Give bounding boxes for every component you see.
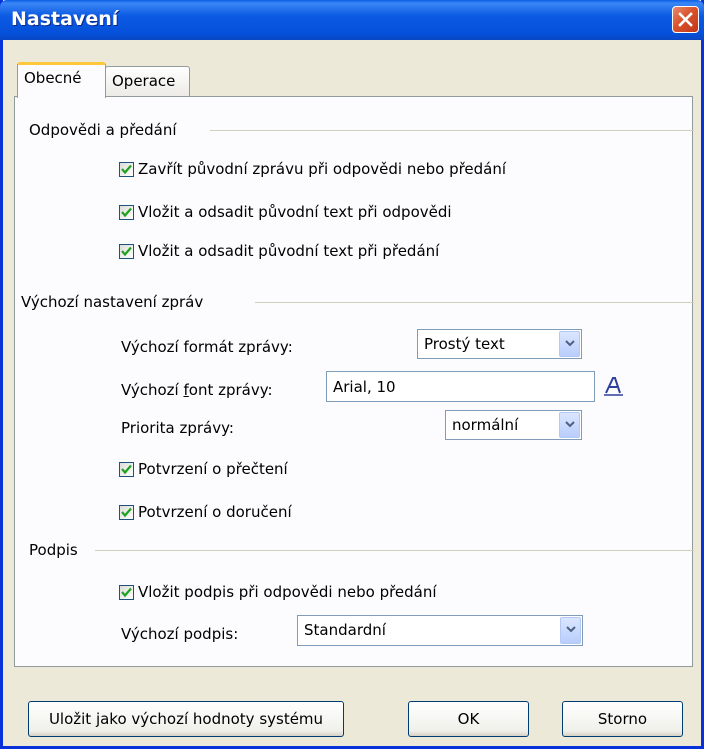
signature-label: Výchozí podpis:: [121, 625, 239, 643]
ok-button[interactable]: OK: [408, 701, 529, 737]
title-bar[interactable]: Nastavení: [0, 0, 704, 40]
checkbox-close-original[interactable]: Zavřít původní zprávu při odpovědi nebo …: [119, 160, 506, 178]
checkmark-icon: [121, 587, 132, 597]
checkbox-label: Vložit podpis při odpovědi nebo předání: [138, 583, 437, 601]
chevron-down-icon: [565, 340, 575, 347]
checkbox-label: Vložit a odsadit původní text při odpově…: [138, 203, 452, 221]
divider: [95, 550, 694, 551]
save-defaults-label: Uložit jako výchozí hodnoty systému: [48, 710, 324, 728]
section-heading-defaults: Výchozí nastavení zpráv: [21, 293, 210, 311]
checkbox-box[interactable]: [119, 461, 134, 477]
save-defaults-button[interactable]: Uložit jako výchozí hodnoty systému: [28, 701, 344, 737]
checkbox-indent-reply[interactable]: Vložit a odsadit původní text při odpově…: [119, 203, 452, 221]
checkbox-box[interactable]: [119, 584, 134, 600]
font-field[interactable]: Arial, 10: [326, 371, 595, 402]
checkbox-insert-signature[interactable]: Vložit podpis při odpovědi nebo předání: [119, 583, 437, 601]
section-heading-replies: Odpovědi a předání: [29, 121, 183, 139]
font-label: Výchozí font zprávy:: [121, 381, 273, 399]
checkbox-delivery-receipt[interactable]: Potvrzení o doručení: [119, 503, 292, 521]
checkbox-label: Potvrzení o přečtení: [138, 460, 288, 478]
signature-select[interactable]: Standardní: [297, 615, 583, 646]
tab-general-label: Obecné: [24, 69, 82, 87]
close-icon: [678, 12, 693, 27]
checkmark-icon: [121, 164, 132, 174]
cancel-label: Storno: [597, 710, 648, 728]
chevron-down-icon: [566, 626, 576, 633]
tab-operations-label: Operace: [112, 72, 176, 90]
divider: [210, 130, 694, 131]
checkmark-icon: [121, 507, 132, 517]
cancel-button[interactable]: Storno: [562, 701, 683, 737]
checkbox-label: Zavřít původní zprávu při odpovědi nebo …: [138, 160, 507, 178]
checkbox-box[interactable]: [119, 204, 134, 220]
font-label-part: Výchozí: [121, 381, 184, 399]
divider: [255, 302, 694, 303]
format-label: Výchozí formát zprávy:: [121, 338, 293, 356]
dropdown-button[interactable]: [559, 331, 580, 357]
window-title: Nastavení: [11, 8, 119, 30]
priority-label: Priorita zprávy:: [121, 419, 234, 437]
section-heading-signature: Podpis: [29, 541, 84, 559]
checkmark-icon: [121, 207, 132, 217]
checkbox-box[interactable]: [119, 161, 134, 177]
checkmark-icon: [121, 246, 132, 256]
close-button[interactable]: [672, 6, 699, 33]
priority-select-value: normální: [452, 416, 519, 434]
font-label-part: ont zprávy:: [188, 381, 273, 399]
font-field-value: Arial, 10: [333, 378, 396, 396]
checkbox-indent-forward[interactable]: Vložit a odsadit původní text při předán…: [119, 242, 439, 260]
tab-panel-general: Odpovědi a předání Zavřít původní zprávu…: [14, 96, 694, 667]
tab-general[interactable]: Obecné: [17, 62, 106, 98]
format-select[interactable]: Prostý text: [417, 329, 582, 359]
signature-select-value: Standardní: [304, 621, 386, 639]
font-picker-button[interactable]: [603, 375, 625, 401]
font-picker-icon: [604, 377, 623, 396]
dropdown-button[interactable]: [559, 412, 580, 438]
settings-dialog: Nastavení Obecné Operace Odpovědi a před…: [0, 0, 704, 749]
tab-operations[interactable]: Operace: [105, 66, 190, 96]
checkbox-box[interactable]: [119, 243, 134, 259]
chevron-down-icon: [565, 421, 575, 428]
dropdown-button[interactable]: [560, 617, 581, 644]
checkmark-icon: [121, 464, 132, 474]
ok-label: OK: [457, 710, 480, 728]
checkbox-box[interactable]: [119, 504, 134, 520]
priority-select[interactable]: normální: [445, 410, 582, 440]
checkbox-read-receipt[interactable]: Potvrzení o přečtení: [119, 460, 288, 478]
checkbox-label: Potvrzení o doručení: [138, 503, 292, 521]
checkbox-label: Vložit a odsadit původní text při předán…: [138, 242, 440, 260]
format-select-value: Prostý text: [424, 335, 505, 353]
